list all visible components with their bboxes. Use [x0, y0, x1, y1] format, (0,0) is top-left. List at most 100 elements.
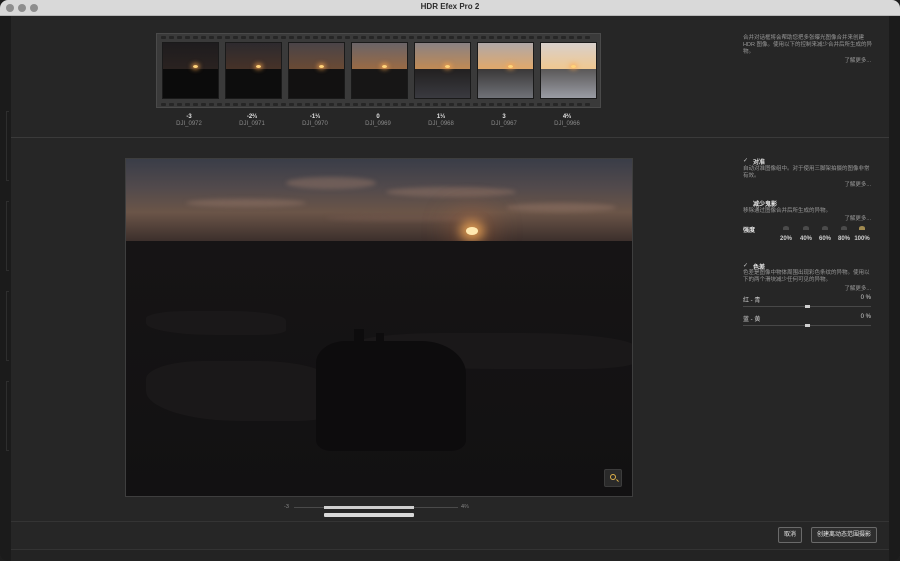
cancel-button[interactable]: 取消 [778, 527, 802, 543]
ev-value: 4⅔ [562, 114, 572, 120]
exposure-label: -2⅔ DJI_0971 [222, 114, 282, 127]
ghost-learn-more-link[interactable]: 了解更多... [771, 214, 871, 222]
sprocket-hole [561, 103, 566, 106]
strength-option-indicator[interactable] [783, 226, 789, 230]
alignment-checkbox[interactable]: ✓ [743, 157, 748, 164]
create-hdr-button[interactable]: 创建离动态范围摄影 [811, 527, 877, 543]
sprocket-hole [169, 36, 174, 39]
intro-learn-more-link[interactable]: 了解更多... [771, 56, 871, 64]
sprocket-hole [481, 103, 486, 106]
sprocket-hole [257, 103, 262, 106]
strength-option-indicator[interactable] [822, 226, 828, 230]
file-name: DJI_0966 [554, 121, 580, 127]
sprocket-hole [265, 103, 270, 106]
sprocket-hole [577, 36, 582, 39]
file-name: DJI_0968 [428, 121, 454, 127]
exposure-thumbnail[interactable] [414, 42, 471, 99]
blue-yellow-value: 0 % [860, 314, 871, 320]
file-name: DJI_0967 [491, 121, 517, 127]
sprocket-hole [257, 36, 262, 39]
zoom-button[interactable] [604, 469, 622, 487]
sprocket-hole [249, 36, 254, 39]
exposure-range-selection[interactable] [324, 506, 414, 509]
sprocket-hole [561, 36, 566, 39]
sprocket-hole [201, 103, 206, 106]
sprocket-hole [497, 103, 502, 106]
sprocket-hole [321, 36, 326, 39]
sprocket-row-bottom [161, 103, 598, 107]
chromatic-aberration-checkbox[interactable]: ✓ [743, 262, 748, 269]
chromatic-aberration-description: 色差是图像中物体周围出现彩色条纹的异物。使用以下的两个滑块减少任何可见的异物。 [743, 270, 870, 283]
sprocket-hole [521, 36, 526, 39]
sprocket-hole [329, 103, 334, 106]
strength-option-indicator[interactable] [803, 226, 809, 230]
sprocket-row-top [161, 36, 598, 40]
sprocket-hole [497, 36, 502, 39]
magnifier-icon [610, 474, 616, 480]
water [146, 311, 286, 335]
sprocket-hole [385, 36, 390, 39]
exposure-label: -3 DJI_0972 [159, 114, 219, 127]
sprocket-hole [345, 36, 350, 39]
background-left-panel [0, 16, 11, 561]
file-name: DJI_0970 [302, 121, 328, 127]
sprocket-hole [433, 103, 438, 106]
sprocket-hole [161, 36, 166, 39]
sprocket-hole [417, 36, 422, 39]
sprocket-hole [537, 103, 542, 106]
strength-option-indicator[interactable] [859, 226, 865, 230]
sprocket-hole [337, 103, 342, 106]
ev-value: 3 [502, 114, 506, 120]
sprocket-hole [289, 103, 294, 106]
sprocket-hole [585, 36, 590, 39]
sprocket-hole [481, 36, 486, 39]
sprocket-hole [385, 103, 390, 106]
sprocket-hole [345, 103, 350, 106]
sprocket-hole [193, 36, 198, 39]
sprocket-hole [177, 103, 182, 106]
sprocket-hole [209, 36, 214, 39]
sprocket-hole [265, 36, 270, 39]
exposure-range-handle[interactable] [324, 513, 414, 517]
exposure-thumbnail[interactable] [351, 42, 408, 99]
strength-option-20[interactable]: 20% [775, 236, 797, 242]
exposure-thumbnail[interactable] [225, 42, 282, 99]
sprocket-hole [225, 103, 230, 106]
sprocket-hole [297, 36, 302, 39]
exposure-thumbnail[interactable] [288, 42, 345, 99]
sprocket-hole [353, 36, 358, 39]
sprocket-hole [393, 36, 398, 39]
red-cyan-slider-thumb[interactable] [804, 305, 810, 308]
landscape [126, 241, 632, 496]
exposure-thumbnail[interactable] [162, 42, 219, 99]
sprocket-hole [281, 103, 286, 106]
blue-yellow-slider-thumb[interactable] [804, 324, 810, 327]
strength-option-100[interactable]: 100% [851, 236, 873, 242]
sprocket-hole [505, 36, 510, 39]
sprocket-hole [305, 103, 310, 106]
sprocket-hole [369, 103, 374, 106]
file-name: DJI_0969 [365, 121, 391, 127]
exposure-thumbnail[interactable] [540, 42, 597, 99]
sprocket-hole [201, 36, 206, 39]
ev-value: -1⅓ [309, 114, 321, 120]
chromatic-learn-more-link[interactable]: 了解更多... [771, 284, 871, 292]
sprocket-hole [337, 36, 342, 39]
ghost-reduction-title: 减少鬼影 [753, 202, 778, 208]
top-divider [11, 137, 889, 138]
sprocket-hole [569, 36, 574, 39]
alignment-learn-more-link[interactable]: 了解更多... [771, 180, 871, 188]
exposure-label: 0 DJI_0969 [348, 114, 408, 127]
exposure-thumbnail[interactable] [477, 42, 534, 99]
sprocket-hole [465, 103, 470, 106]
cloud [386, 187, 516, 197]
background-edge [6, 381, 9, 451]
sprocket-hole [553, 103, 558, 106]
sprocket-hole [177, 36, 182, 39]
sun [466, 227, 478, 235]
sprocket-hole [449, 36, 454, 39]
castle-silhouette [316, 341, 466, 451]
file-name: DJI_0972 [176, 121, 202, 127]
sprocket-hole [313, 36, 318, 39]
strength-option-indicator[interactable] [841, 226, 847, 230]
